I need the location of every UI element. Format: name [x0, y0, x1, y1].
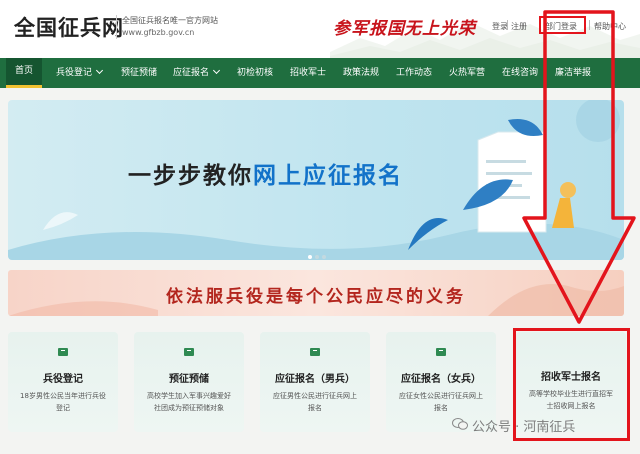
carousel-dot[interactable] — [315, 255, 319, 259]
nav-item-label: 应征报名 — [173, 68, 210, 78]
chevron-down-icon — [212, 66, 221, 75]
site-subtitle: 全国征兵报名唯一官方网站 — [122, 16, 218, 25]
nav-item-news[interactable]: 工作动态 — [396, 58, 432, 88]
nav-item-nco-recruit[interactable]: 招收军士 — [290, 58, 326, 88]
logo-divider — [116, 15, 117, 39]
nav-item-label: 首页 — [14, 66, 33, 76]
nav-item-pre-enlist[interactable]: 预征预储 — [121, 58, 157, 88]
nav-item-label: 预征预储 — [121, 68, 158, 78]
card-title: 预征预储 — [169, 374, 209, 385]
banner-title-part1: 一步步教你 — [128, 163, 253, 189]
red-highlight-login — [539, 16, 586, 34]
nav-item-home[interactable]: 首页 — [6, 58, 42, 88]
nav-item-apply[interactable]: 应征报名 — [173, 58, 221, 88]
card-description: 高校学生加入军事兴趣爱好社团成为预征预储对象 — [147, 392, 231, 412]
nav-item-label: 火热军营 — [449, 68, 486, 78]
card-apply-male[interactable]: 应征报名（男兵） 应征男性公民进行征兵网上报名 — [260, 332, 370, 432]
law-slogan: 依法服兵役是每个公民应尽的义务 — [166, 287, 466, 307]
card-registration[interactable]: 兵役登记 18岁男性公民当年进行兵役登记 — [8, 332, 118, 432]
nav-item-label: 兵役登记 — [56, 68, 93, 78]
card-description: 18岁男性公民当年进行兵役登记 — [20, 392, 106, 412]
card-badge-icon — [184, 348, 194, 356]
login-link[interactable]: 登录 — [492, 21, 508, 32]
site-logo[interactable]: 全国征兵网 — [14, 12, 124, 42]
nav-item-registration[interactable]: 兵役登记 — [56, 58, 104, 88]
card-pre-enlist[interactable]: 预征预储 高校学生加入军事兴趣爱好社团成为预征预储对象 — [134, 332, 244, 432]
nav-item-label: 政策法规 — [343, 68, 380, 78]
site-url: www.gfbzb.gov.cn — [122, 28, 195, 37]
card-badge-icon — [310, 348, 320, 356]
chevron-down-icon — [95, 66, 104, 75]
carousel-dot[interactable] — [322, 255, 326, 259]
watermark-text: 公众号 · 河南征兵 — [472, 420, 576, 435]
carousel-dot[interactable] — [308, 255, 312, 259]
nav-item-label: 招收军士 — [290, 68, 327, 78]
card-title: 应征报名（女兵） — [401, 374, 481, 385]
carousel-dots — [308, 244, 329, 260]
nav-item-barracks[interactable]: 火热军营 — [449, 58, 485, 88]
red-arrow-annotation — [522, 10, 636, 324]
nav-item-label: 初检初核 — [237, 68, 274, 78]
card-description: 应征女性公民进行征兵网上报名 — [399, 392, 483, 412]
banner-title-highlight: 网上应征报名 — [253, 163, 403, 189]
card-badge-icon — [58, 348, 68, 356]
nav-item-policy[interactable]: 政策法规 — [343, 58, 379, 88]
nav-item-initial-check[interactable]: 初检初核 — [237, 58, 273, 88]
link-separator — [507, 20, 508, 30]
nav-item-label: 工作动态 — [396, 68, 433, 78]
card-title: 兵役登记 — [43, 374, 83, 385]
card-title: 应征报名（男兵） — [275, 374, 355, 385]
wechat-icon — [452, 418, 468, 430]
banner-title: 一步步教你网上应征报名 — [128, 156, 403, 190]
card-badge-icon — [436, 348, 446, 356]
slogan-calligraphy-1: 参军报国 — [333, 19, 405, 39]
card-description: 应征男性公民进行征兵网上报名 — [273, 392, 357, 412]
slogan-calligraphy-2: 无上光荣 — [404, 19, 476, 39]
